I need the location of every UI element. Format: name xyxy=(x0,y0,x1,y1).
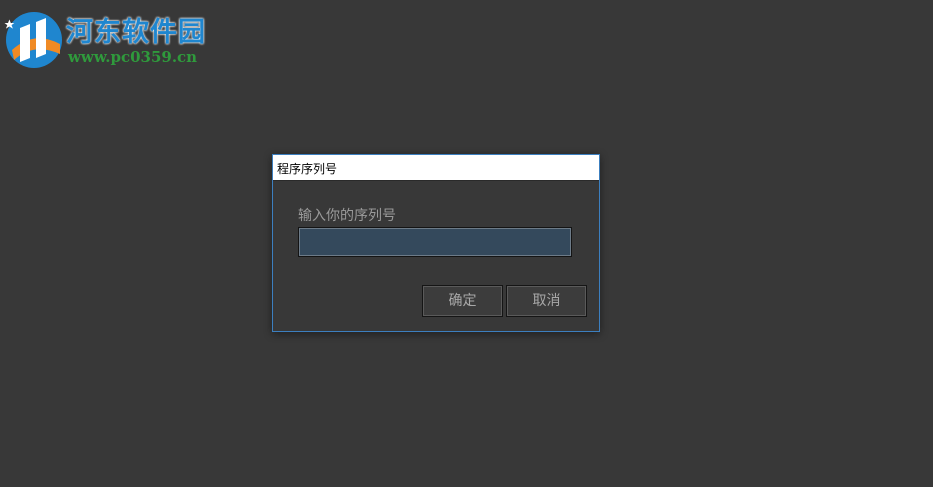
watermark-logo: 河东软件园 www.pc0359.cn xyxy=(4,8,214,70)
dialog-title: 程序序列号 xyxy=(277,162,338,176)
cancel-button[interactable]: 取消 xyxy=(506,285,587,317)
watermark-title: 河东软件园 xyxy=(66,17,206,48)
serial-number-dialog: 程序序列号 输入你的序列号 确定 取消 xyxy=(272,154,600,332)
serial-number-input[interactable] xyxy=(298,227,572,257)
dialog-titlebar[interactable]: 程序序列号 xyxy=(273,155,599,181)
serial-prompt-label: 输入你的序列号 xyxy=(298,208,396,224)
logo-icon xyxy=(4,12,62,68)
watermark-url: www.pc0359.cn xyxy=(68,48,198,66)
ok-button[interactable]: 确定 xyxy=(422,285,503,317)
